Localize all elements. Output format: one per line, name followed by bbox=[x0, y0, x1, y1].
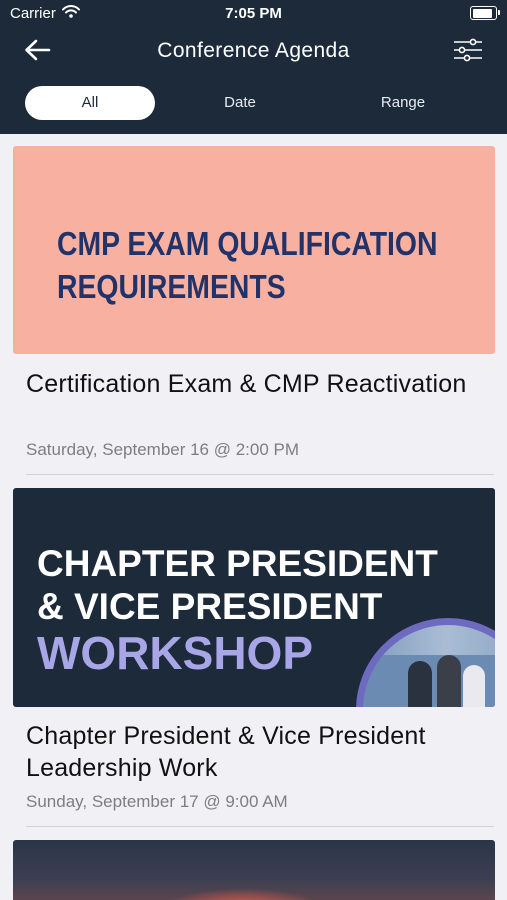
back-button[interactable] bbox=[20, 36, 54, 68]
photo-person bbox=[437, 655, 461, 707]
event-date: Sunday, September 17 @ 9:00 AM bbox=[26, 792, 288, 811]
wifi-icon bbox=[61, 5, 80, 22]
event-date: Saturday, September 16 @ 2:00 PM bbox=[26, 440, 300, 459]
banner-line: CMP EXAM QUALIFICATION bbox=[57, 225, 438, 262]
divider bbox=[26, 826, 494, 827]
banner-line: & VICE PRESIDENT bbox=[37, 586, 383, 627]
battery-fill bbox=[472, 8, 492, 18]
banner-photo bbox=[356, 618, 495, 707]
banner-line: CHAPTER PRESIDENT bbox=[37, 543, 438, 584]
filter-button[interactable] bbox=[451, 36, 485, 68]
event-banner-cmp-exam[interactable]: CMP EXAM QUALIFICATION REQUIREMENTS bbox=[13, 146, 495, 354]
page-title: Conference Agenda bbox=[157, 39, 350, 62]
nav-bar: Conference Agenda bbox=[0, 30, 507, 74]
photo-person bbox=[408, 661, 432, 707]
event-banner-chapter-workshop[interactable]: CHAPTER PRESIDENT & VICE PRESIDENT WORKS… bbox=[13, 488, 495, 707]
tab-date[interactable]: Date bbox=[175, 86, 305, 120]
status-bar: Carrier 7:05 PM bbox=[0, 0, 507, 28]
event-banner-sunset[interactable] bbox=[13, 840, 495, 900]
banner-line: REQUIREMENTS bbox=[57, 268, 286, 305]
event-title[interactable]: Certification Exam & CMP Reactivation bbox=[26, 368, 486, 400]
tab-all[interactable]: All bbox=[25, 86, 155, 120]
agenda-list[interactable]: CMP EXAM QUALIFICATION REQUIREMENTS Cert… bbox=[0, 134, 507, 900]
filter-tabs: All Date Range bbox=[25, 86, 485, 120]
banner-line: WORKSHOP bbox=[37, 627, 313, 679]
tab-range[interactable]: Range bbox=[338, 86, 468, 120]
photo-background bbox=[371, 625, 495, 655]
top-bar: Carrier 7:05 PM Conference Agenda All Da… bbox=[0, 0, 507, 134]
banner-sunset-glow bbox=[163, 888, 323, 900]
carrier-indicator: Carrier bbox=[10, 5, 80, 22]
back-arrow-icon bbox=[23, 38, 51, 67]
sliders-icon bbox=[453, 38, 483, 67]
divider bbox=[26, 474, 494, 475]
battery-icon bbox=[470, 6, 500, 20]
event-title[interactable]: Chapter President & Vice President Leade… bbox=[26, 720, 486, 784]
banner-text: CMP EXAM QUALIFICATION REQUIREMENTS bbox=[57, 222, 438, 308]
carrier-label: Carrier bbox=[10, 5, 56, 22]
photo-person bbox=[463, 665, 485, 707]
